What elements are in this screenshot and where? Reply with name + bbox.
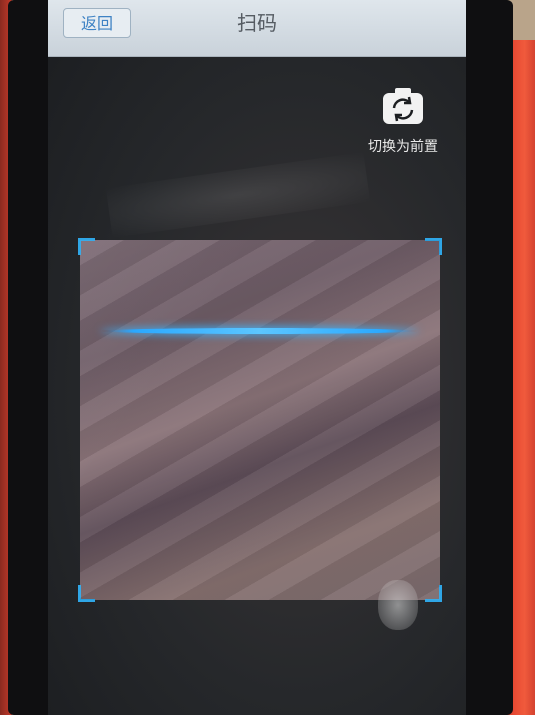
switch-camera-label: 切换为前置 (368, 139, 438, 155)
back-button[interactable]: 返回 (63, 8, 131, 38)
photo-of-phone: 返回 扫码 切换为前置 (0, 0, 535, 715)
glass-glare (105, 152, 371, 238)
switch-camera-button[interactable]: 切换为前置 (358, 86, 448, 158)
camera-switch-icon (383, 88, 423, 124)
scan-corner-bottom-right (425, 585, 442, 602)
glass-smudge (378, 580, 418, 630)
scan-frame (78, 238, 442, 602)
scan-corner-top-left (78, 238, 95, 255)
scan-corner-bottom-left (78, 585, 95, 602)
header-bar: 返回 扫码 (48, 0, 466, 57)
scan-line (102, 328, 417, 334)
phone-screen: 返回 扫码 切换为前置 (48, 0, 466, 715)
scan-corner-top-right (425, 238, 442, 255)
